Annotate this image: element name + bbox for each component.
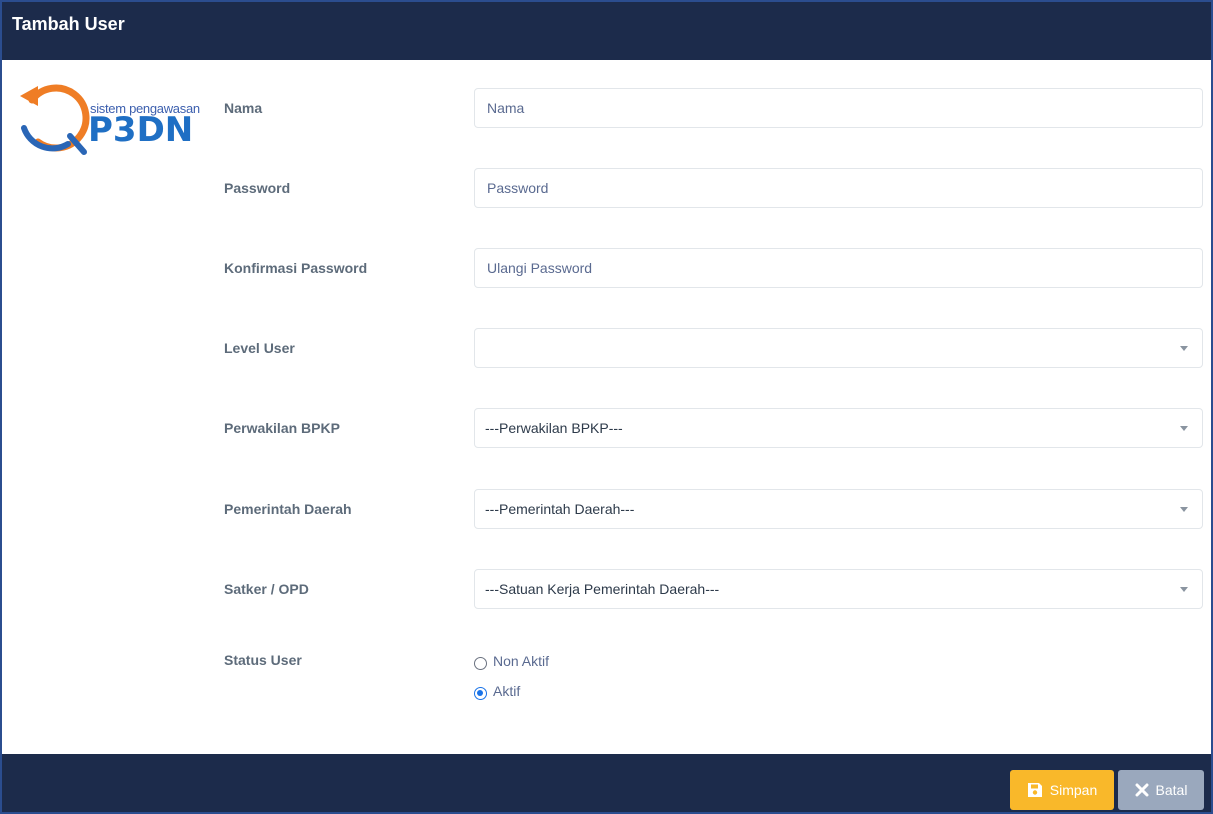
label-satker-opd: Satker / OPD [224, 581, 309, 597]
radio-non-aktif[interactable]: Non Aktif [474, 652, 549, 682]
logo-wordmark: P3DN [88, 110, 194, 150]
modal-title: Tambah User [12, 14, 125, 34]
radio-non-aktif-circle[interactable] [474, 657, 487, 670]
form-row-level-user: Level User [224, 328, 1203, 370]
save-button[interactable]: Simpan [1010, 770, 1114, 810]
caret-down-icon [1180, 346, 1188, 351]
label-level-user: Level User [224, 340, 295, 356]
caret-down-icon [1180, 426, 1188, 431]
radio-aktif-label: Aktif [493, 683, 521, 699]
logo-emblem-icon [20, 84, 90, 155]
form-row-satker-opd: Satker / OPD ---Satuan Kerja Pemerintah … [224, 569, 1203, 611]
radio-aktif-circle[interactable] [474, 687, 487, 700]
radio-aktif[interactable]: Aktif [474, 682, 549, 712]
perwakilan-bpkp-select[interactable]: ---Perwakilan BPKP--- [474, 408, 1203, 448]
save-button-label: Simpan [1049, 782, 1098, 798]
form-row-nama: Nama [224, 88, 1203, 130]
satker-opd-select[interactable]: ---Satuan Kerja Pemerintah Daerah--- [474, 569, 1203, 609]
add-user-modal: Tambah User sistem pengawasan P3DN Nama … [0, 0, 1213, 814]
cancel-button-label: Batal [1155, 782, 1188, 798]
pemerintah-daerah-select[interactable]: ---Pemerintah Daerah--- [474, 489, 1203, 529]
label-pemerintah-daerah: Pemerintah Daerah [224, 501, 352, 517]
close-icon [1135, 783, 1149, 797]
caret-down-icon [1180, 587, 1188, 592]
perwakilan-bpkp-selected: ---Perwakilan BPKP--- [485, 420, 623, 436]
caret-down-icon [1180, 507, 1188, 512]
radio-non-aktif-label: Non Aktif [493, 653, 550, 669]
form-row-pemerintah-daerah: Pemerintah Daerah ---Pemerintah Daerah--… [224, 489, 1203, 531]
cancel-button[interactable]: Batal [1118, 770, 1204, 810]
label-password: Password [224, 180, 291, 196]
form-row-perwakilan-bpkp: Perwakilan BPKP ---Perwakilan BPKP--- [224, 408, 1203, 450]
konfirmasi-password-input[interactable] [474, 248, 1203, 288]
form-row-status-user: Status User Non Aktif Aktif [224, 642, 1203, 712]
password-input[interactable] [474, 168, 1203, 208]
form-row-password: Password [224, 168, 1203, 210]
label-perwakilan-bpkp: Perwakilan BPKP [224, 420, 340, 436]
level-user-select[interactable] [474, 328, 1203, 368]
form-row-konfirmasi-password: Konfirmasi Password [224, 248, 1203, 290]
status-user-radio-group: Non Aktif Aktif [474, 652, 549, 712]
modal-footer: Simpan Batal [2, 754, 1211, 812]
nama-input[interactable] [474, 88, 1203, 128]
label-nama: Nama [224, 100, 263, 116]
label-konfirmasi-password: Konfirmasi Password [224, 260, 368, 276]
p3dn-logo: sistem pengawasan P3DN [10, 72, 210, 167]
satker-opd-selected: ---Satuan Kerja Pemerintah Daerah--- [485, 581, 720, 597]
pemerintah-daerah-selected: ---Pemerintah Daerah--- [485, 501, 635, 517]
label-status-user: Status User [224, 652, 302, 668]
modal-header: Tambah User [2, 2, 1211, 60]
floppy-disk-icon [1027, 782, 1043, 798]
